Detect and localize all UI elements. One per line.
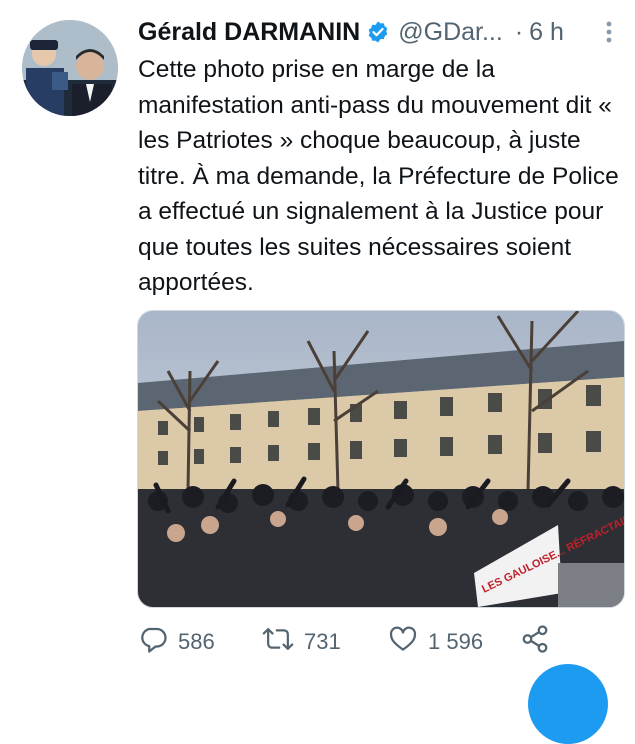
retweet-button[interactable]: 731 [262,622,341,662]
author-handle[interactable]: @GDar... [398,18,503,47]
tweet-header: Gérald DARMANIN @GDar... · 6 h [138,14,618,50]
tweet-photo[interactable]: LES GAULOISE... RÉFRACTAIRES... [137,310,625,608]
retweet-count: 731 [304,629,341,654]
reply-icon [138,624,168,660]
retweet-icon [262,624,294,660]
share-icon [520,624,550,660]
author-name[interactable]: Gérald DARMANIN [138,18,360,47]
reply-button[interactable]: 586 [138,622,215,662]
like-count: 1 596 [428,629,484,654]
tweet-actions: 586 731 1 596 [138,622,618,662]
avatar-photo [22,20,118,116]
reply-count: 586 [178,629,215,654]
tweet-time[interactable]: 6 h [529,18,564,47]
avatar[interactable] [22,20,118,116]
tweet-text: Cette photo prise en marge de la manifes… [138,56,619,296]
protest-photo: LES GAULOISE... RÉFRACTAIRES... [138,311,624,607]
share-button[interactable] [520,622,550,662]
like-button[interactable]: 1 596 [388,622,483,662]
verified-badge-icon [366,20,390,44]
compose-tweet-button[interactable] [528,664,608,744]
meta-separator: · [514,17,524,46]
more-vertical-icon[interactable] [600,17,618,47]
heart-icon [388,624,418,660]
